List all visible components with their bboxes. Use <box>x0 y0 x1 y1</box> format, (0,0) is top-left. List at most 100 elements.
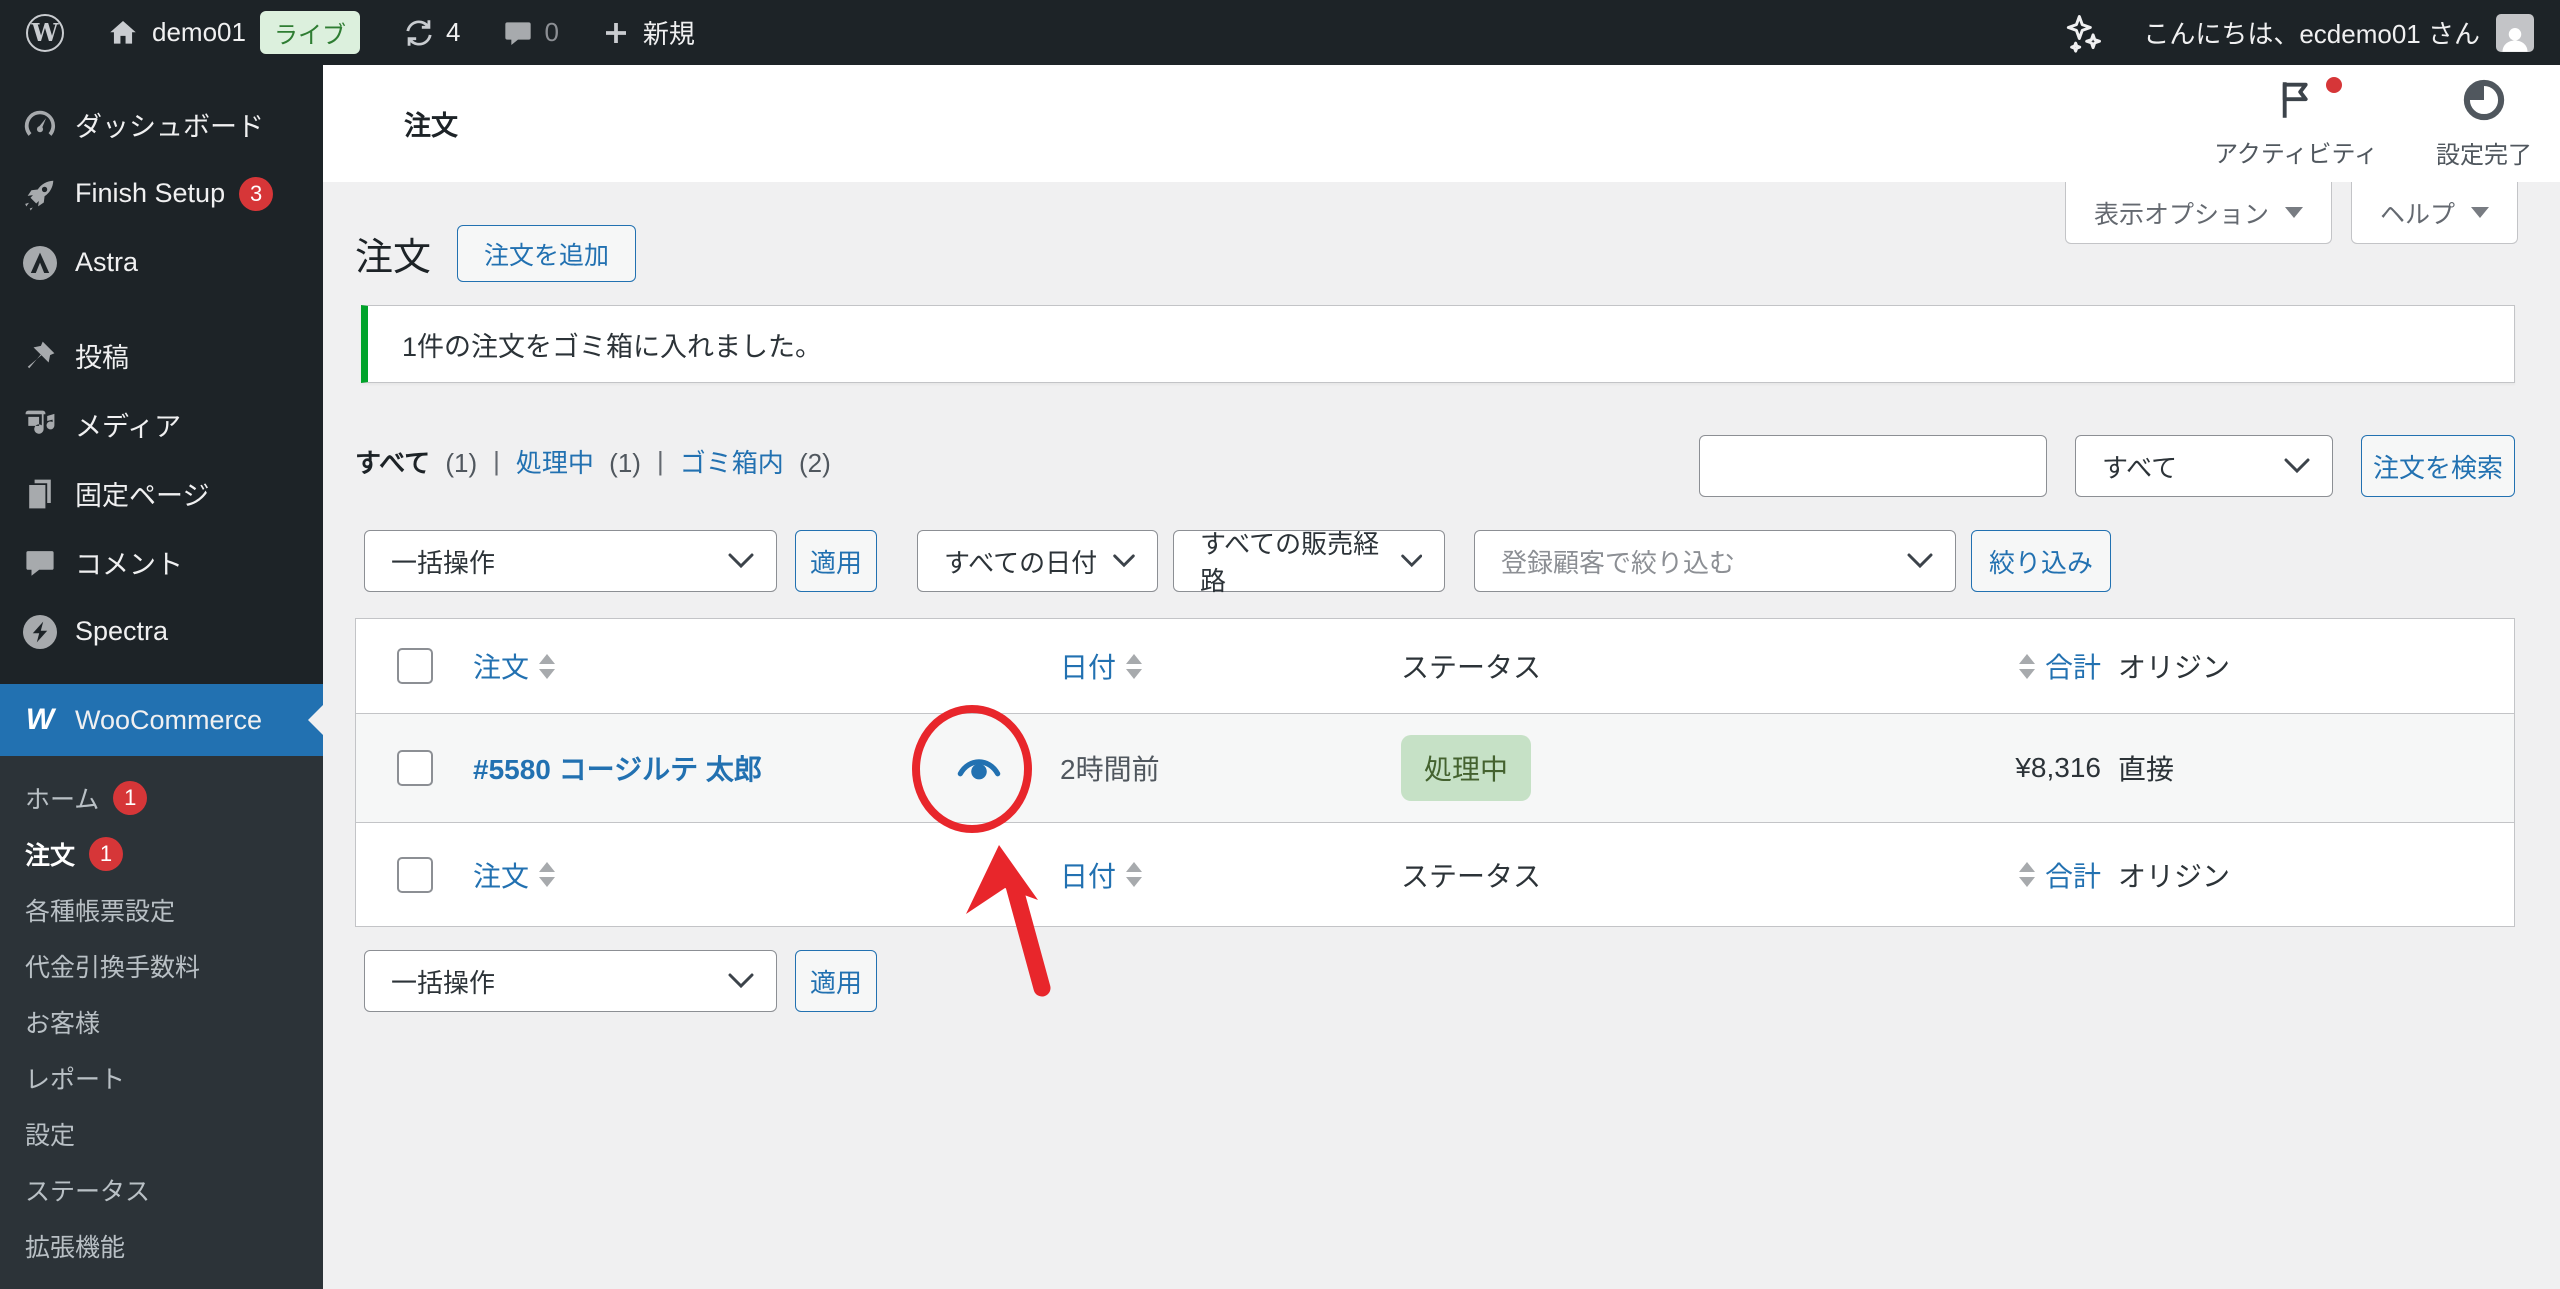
column-header-status: ステータス <box>1396 646 1936 686</box>
column-label: オリジン <box>2118 860 2231 892</box>
date-filter-value: すべての日付 <box>944 547 1098 578</box>
column-label: 注文 <box>473 652 530 683</box>
activity-button[interactable]: アクティビティ <box>2214 76 2378 169</box>
column-header-total[interactable]: 合計 <box>2009 646 2101 686</box>
sidebar-item-astra[interactable]: Astra <box>0 228 323 297</box>
bulk-actions-select-bottom[interactable]: 一括操作 <box>364 950 777 1012</box>
search-type-value: すべて <box>2102 452 2178 483</box>
filter-label: すべて <box>355 448 431 478</box>
select-all-checkbox[interactable] <box>397 648 433 684</box>
chevron-down-icon <box>1113 554 1135 568</box>
home-icon <box>106 16 140 50</box>
submenu-item-extensions[interactable]: 拡張機能 <box>0 1218 323 1274</box>
bulk-actions-select[interactable]: 一括操作 <box>364 530 777 592</box>
order-search-input[interactable] <box>1699 435 2047 497</box>
new-content-menu[interactable]: 新規 <box>601 14 695 51</box>
chevron-down-icon <box>2284 458 2310 474</box>
filter-all-link[interactable]: すべて (1) <box>355 443 477 480</box>
sidebar-item-comments[interactable]: コメント <box>0 528 323 597</box>
woocommerce-submenu: ホーム 1 注文 1 各種帳票設定 代金引換手数料 お客様 レポート 設定 ステ… <box>0 756 323 1289</box>
submenu-item-invoice-settings[interactable]: 各種帳票設定 <box>0 882 323 938</box>
sidebar-item-label: 固定ページ <box>75 481 210 511</box>
content-header: 注文 アクティビティ 設定完了 <box>323 65 2560 182</box>
row-checkbox[interactable] <box>397 750 433 786</box>
date-filter-select[interactable]: すべての日付 <box>917 530 1158 592</box>
help-label: ヘルプ <box>2379 200 2455 229</box>
sparkles-icon[interactable] <box>2061 11 2105 55</box>
submenu-item-customers[interactable]: お客様 <box>0 994 323 1050</box>
column-label: オリジン <box>2118 652 2231 683</box>
sidebar-item-dashboard[interactable]: ダッシュボード <box>0 90 323 159</box>
filter-button[interactable]: 絞り込み <box>1971 530 2111 592</box>
separator: | <box>656 446 664 476</box>
sidebar-item-spectra[interactable]: Spectra <box>0 597 323 666</box>
customer-filter-select[interactable]: 登録顧客で絞り込む <box>1474 530 1956 592</box>
submenu-item-status[interactable]: ステータス <box>0 1162 323 1218</box>
column-footer-order[interactable]: 注文 <box>473 855 565 895</box>
astra-icon <box>20 243 60 283</box>
select-all-checkbox[interactable] <box>397 856 433 893</box>
submenu-item-label: レポート <box>25 1066 126 1094</box>
site-menu[interactable]: demo01 <box>106 16 246 50</box>
column-label: ステータス <box>1401 860 1542 892</box>
filter-trash-link[interactable]: ゴミ箱内 (2) <box>680 443 831 480</box>
column-header-order[interactable]: 注文 <box>473 646 565 686</box>
woocommerce-icon: W <box>25 703 55 736</box>
column-header-date[interactable]: 日付 <box>1060 646 1152 686</box>
page-title: 注文 <box>355 237 432 279</box>
header-title: 注文 <box>404 111 458 141</box>
search-type-select[interactable]: すべて <box>2075 435 2333 497</box>
table-toolbar-bottom: 一括操作 適用 <box>364 950 877 1012</box>
sidebar-item-label: Astra <box>75 247 139 277</box>
sidebar-item-media[interactable]: メディア <box>0 390 323 459</box>
setup-progress-button[interactable]: 設定完了 <box>2436 78 2532 170</box>
submenu-item-reports[interactable]: レポート <box>0 1050 323 1106</box>
column-label: 合計 <box>2044 652 2101 683</box>
search-orders-button[interactable]: 注文を検索 <box>2361 435 2515 497</box>
notice-text: 1件の注文をゴミ箱に入れました。 <box>402 331 823 362</box>
account-menu[interactable]: こんにちは、ecdemo01 さん <box>2143 13 2534 52</box>
chevron-down-icon <box>2471 207 2489 218</box>
pages-icon <box>20 474 60 514</box>
setup-progress-icon <box>2462 78 2506 127</box>
chevron-down-icon <box>2285 207 2303 218</box>
sidebar-item-pages[interactable]: 固定ページ <box>0 459 323 528</box>
comments-menu[interactable]: 0 <box>502 17 559 49</box>
content-area: 注文 アクティビティ 設定完了 表示オプション ヘルプ 注文 注文を追加 1件の… <box>323 65 2560 1289</box>
submenu-item-home[interactable]: ホーム 1 <box>0 770 323 826</box>
column-label: 合計 <box>2044 860 2101 892</box>
submenu-item-settings[interactable]: 設定 <box>0 1106 323 1162</box>
help-tab[interactable]: ヘルプ <box>2350 182 2518 244</box>
sort-arrows-icon <box>1126 653 1143 679</box>
main-panel: 注文 注文を追加 1件の注文をゴミ箱に入れました。 すべて (1) | 処理中 … <box>323 182 2560 1289</box>
sidebar-item-woocommerce[interactable]: W WooCommerce <box>0 684 323 756</box>
activity-label: アクティビティ <box>2214 140 2378 168</box>
filter-processing-link[interactable]: 処理中 (1) <box>516 443 641 480</box>
sales-channel-filter-select[interactable]: すべての販売経路 <box>1173 529 1445 596</box>
submenu-item-orders[interactable]: 注文 1 <box>0 826 323 882</box>
apply-button[interactable]: 適用 <box>795 530 877 592</box>
wordpress-logo-icon[interactable]: W <box>26 13 64 52</box>
orders-badge: 1 <box>89 837 124 871</box>
column-footer-total[interactable]: 合計 <box>2009 855 2101 895</box>
submenu-item-cod-fees[interactable]: 代金引換手数料 <box>0 938 323 994</box>
dashboard-icon <box>20 105 60 145</box>
column-label: 日付 <box>1060 652 1117 683</box>
order-row: #5580 コージルテ 太郎 2時間前 処理中 ¥8,316 直接 <box>356 713 2514 823</box>
chevron-down-icon <box>1907 553 1933 569</box>
screen-options-tab[interactable]: 表示オプション <box>2064 182 2332 244</box>
sidebar-item-label: ダッシュボード <box>75 112 264 142</box>
sidebar-item-finish-setup[interactable]: Finish Setup 3 <box>0 159 323 228</box>
sidebar-item-label: 投稿 <box>75 343 129 373</box>
updates-menu[interactable]: 4 <box>402 16 460 50</box>
apply-button-bottom[interactable]: 適用 <box>795 950 877 1012</box>
submenu-item-label: 代金引換手数料 <box>25 954 201 982</box>
table-header-row: 注文 日付 ステータス 合計 オリジン <box>356 619 2514 713</box>
new-label: 新規 <box>642 19 695 49</box>
order-link[interactable]: #5580 コージルテ 太郎 <box>473 748 762 788</box>
column-footer-date[interactable]: 日付 <box>1060 855 1152 895</box>
sort-arrows-icon <box>1126 862 1143 887</box>
add-order-button[interactable]: 注文を追加 <box>457 225 637 282</box>
order-preview-button[interactable] <box>941 752 1016 784</box>
sidebar-item-posts[interactable]: 投稿 <box>0 321 323 390</box>
